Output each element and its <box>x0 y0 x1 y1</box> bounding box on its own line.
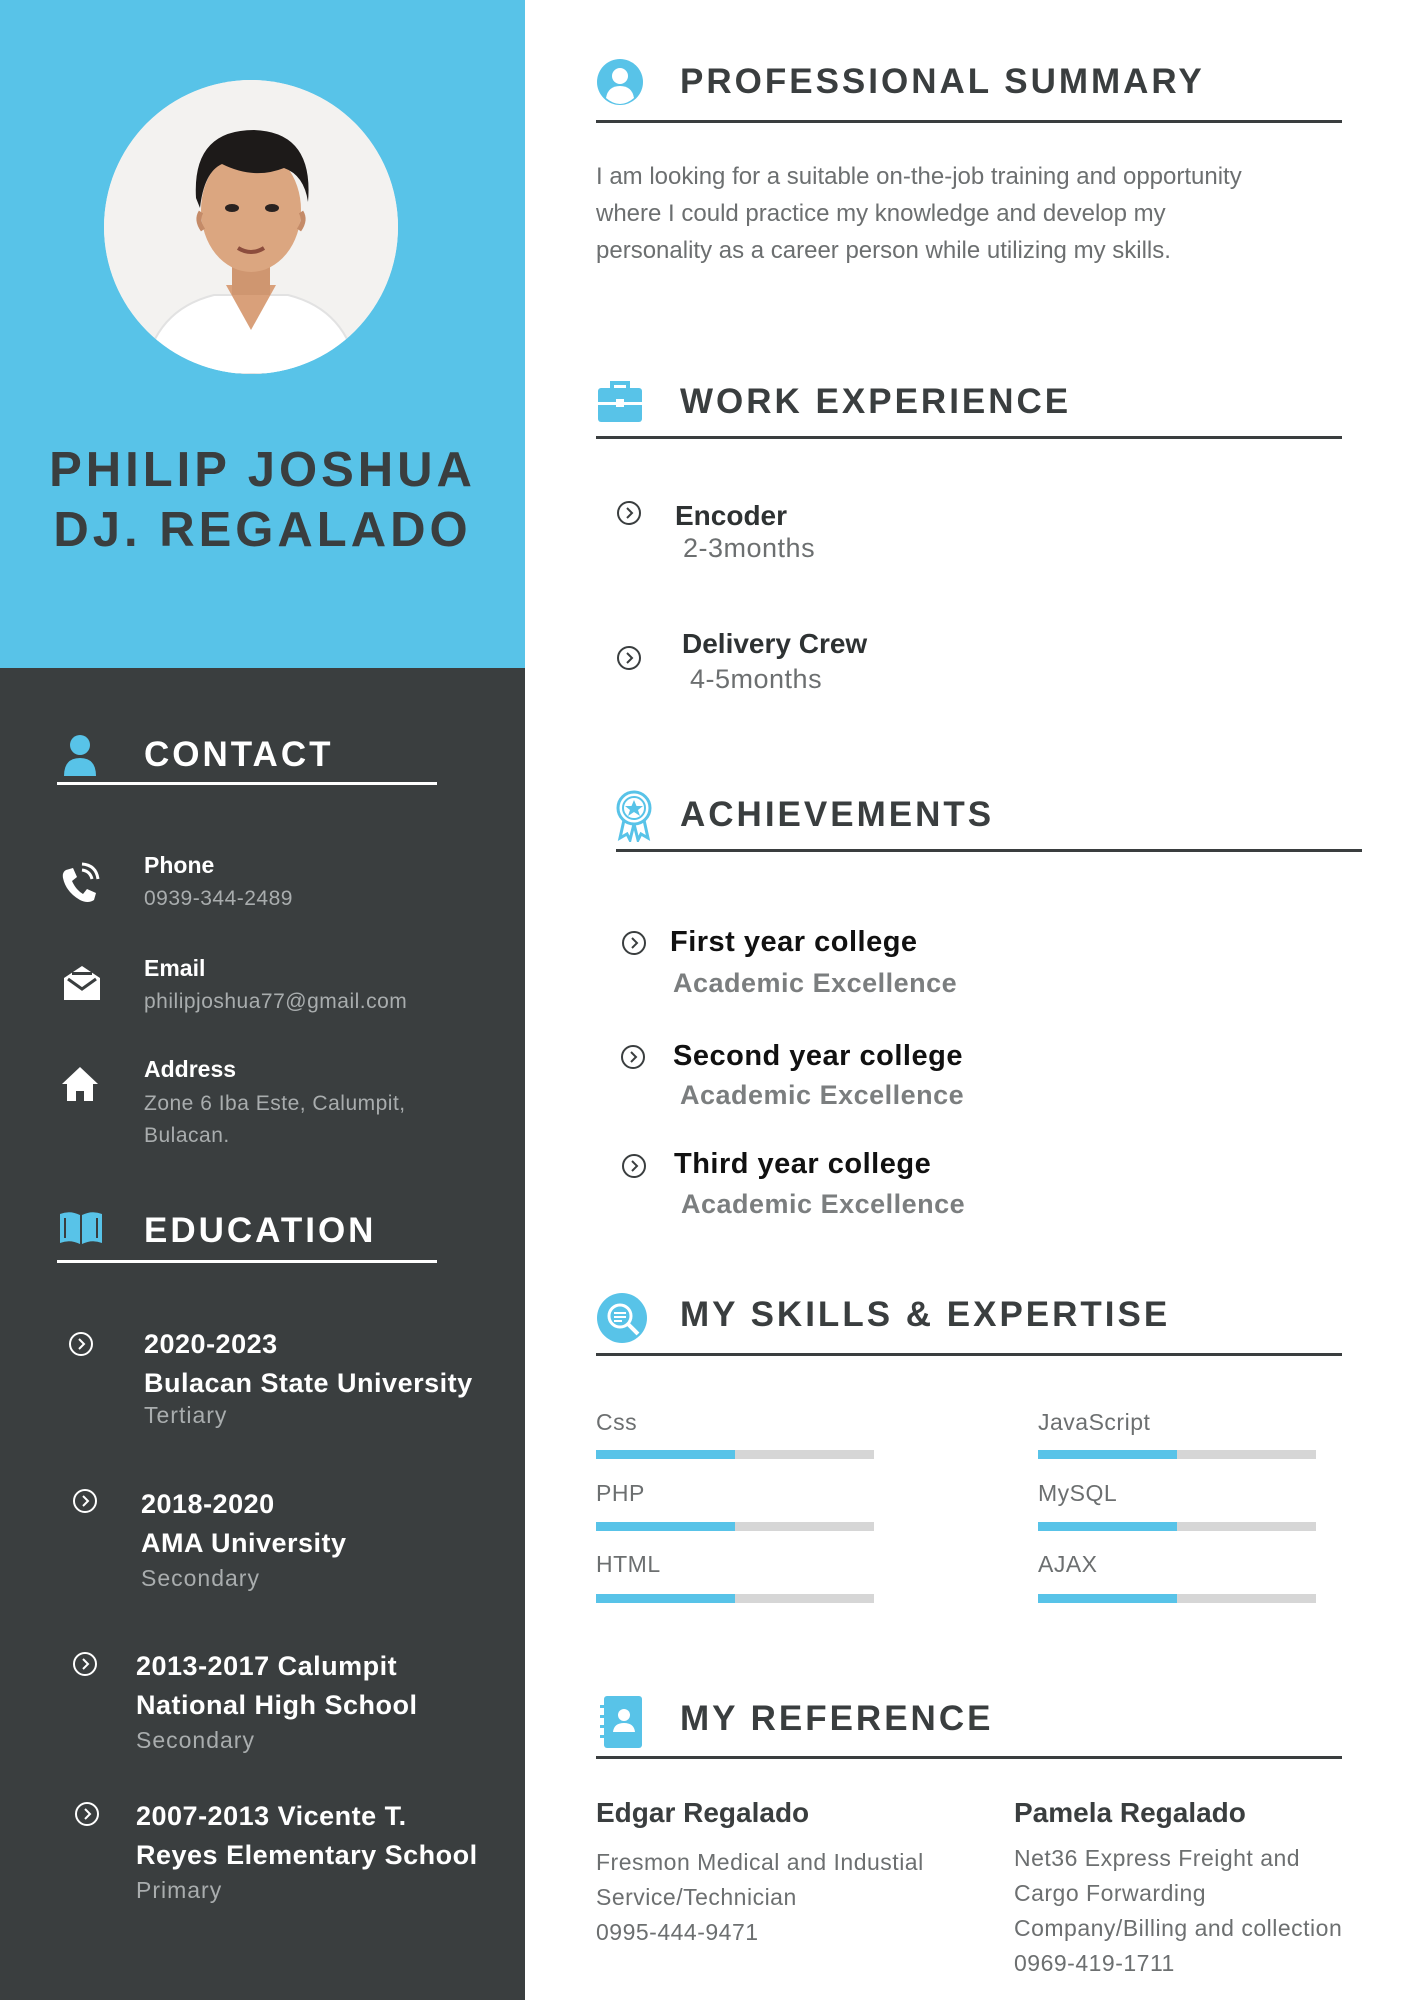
skill-bar-fill <box>1038 1450 1177 1459</box>
work-heading: WORK EXPERIENCE <box>680 382 1072 421</box>
reference-detail: Net36 Express Freight and <box>1014 1845 1301 1871</box>
education-level: Secondary <box>136 1727 255 1753</box>
education-school: AMA University <box>141 1528 347 1558</box>
job-duration: 2-3months <box>683 533 816 563</box>
education-year: 2020-2023 <box>144 1329 278 1359</box>
phone-value[interactable]: 0939-344-2489 <box>144 882 293 915</box>
education-school: Reyes Elementary School <box>136 1840 478 1870</box>
chevron-circle-icon <box>621 1153 647 1179</box>
education-level: Primary <box>136 1877 223 1903</box>
address-label: Address <box>144 1056 237 1082</box>
skill-label: HTML <box>596 1551 661 1577</box>
reference-phone[interactable]: 0969-419-1711 <box>1014 1946 1175 1981</box>
phone-label: Phone <box>144 852 215 878</box>
education-year: 2007-2013 Vicente T. <box>136 1801 407 1831</box>
skill-label: AJAX <box>1038 1551 1098 1577</box>
reference-detail: Service/Technician <box>596 1884 797 1910</box>
envelope-icon <box>62 964 102 1007</box>
achievements-divider <box>616 849 1362 852</box>
contact-heading: CONTACT <box>144 735 334 774</box>
summary-heading: PROFESSIONAL SUMMARY <box>680 62 1205 101</box>
user-icon <box>596 58 644 111</box>
reference-name: Pamela Regalado <box>1014 1797 1246 1828</box>
email-label: Email <box>144 955 206 981</box>
chevron-circle-icon <box>74 1801 100 1827</box>
job-title: Encoder <box>675 500 788 531</box>
achievements-heading: ACHIEVEMENTS <box>680 795 995 834</box>
skills-icon <box>596 1292 648 1349</box>
chevron-circle-icon <box>621 930 647 956</box>
summary-line: personality as a career person while uti… <box>596 237 1171 264</box>
achievement-subtitle: Academic Excellence <box>680 1080 965 1110</box>
education-year: 2013-2017 Calumpit <box>136 1651 398 1681</box>
reference-name: Edgar Regalado <box>596 1797 810 1828</box>
contact-book-icon <box>598 1695 644 1754</box>
education-level: Tertiary <box>144 1402 228 1428</box>
achievement-title: First year college <box>670 926 918 958</box>
education-heading: EDUCATION <box>144 1211 377 1250</box>
skill-label: PHP <box>596 1480 645 1506</box>
home-icon <box>60 1065 100 1108</box>
address-line-1: Zone 6 Iba Este, Calumpit, <box>144 1092 406 1115</box>
achievement-title: Third year college <box>674 1148 932 1180</box>
achievement-subtitle: Academic Excellence <box>681 1189 966 1219</box>
user-icon <box>62 734 98 781</box>
education-school: Bulacan State University <box>144 1368 473 1398</box>
skill-bar-fill <box>596 1522 735 1531</box>
address-line-2: Bulacan. <box>144 1124 230 1147</box>
achievement-title: Second year college <box>673 1040 963 1072</box>
name-line-1: PHILIP JOSHUA <box>49 443 476 497</box>
education-year: 2018-2020 <box>141 1489 275 1519</box>
reference-detail: Fresmon Medical and Industial <box>596 1849 924 1875</box>
reference-phone[interactable]: 0995-444-9471 <box>596 1915 759 1950</box>
skill-label: Css <box>596 1409 638 1435</box>
education-divider <box>57 1260 437 1263</box>
work-divider <box>596 436 1342 439</box>
reference-heading: MY REFERENCE <box>680 1699 994 1738</box>
reference-detail: Company/Billing and collection <box>1014 1915 1343 1941</box>
skill-bar-fill <box>1038 1522 1177 1531</box>
open-book-icon <box>58 1210 104 1251</box>
reference-divider <box>596 1756 1342 1759</box>
skills-heading: MY SKILLS & EXPERTISE <box>680 1295 1171 1334</box>
chevron-circle-icon <box>616 500 642 526</box>
skill-label: MySQL <box>1038 1480 1118 1506</box>
chevron-circle-icon <box>620 1044 646 1070</box>
summary-divider <box>596 120 1342 123</box>
skills-divider <box>596 1353 1342 1356</box>
skill-bar-fill <box>596 1450 735 1459</box>
chevron-circle-icon <box>72 1651 98 1677</box>
education-school: National High School <box>136 1690 418 1720</box>
profile-photo <box>104 80 398 374</box>
chevron-circle-icon <box>616 645 642 671</box>
education-level: Secondary <box>141 1565 260 1591</box>
contact-divider <box>57 782 437 785</box>
skill-bar-track <box>1038 1594 1316 1603</box>
email-value[interactable]: philipjoshua77@gmail.com <box>144 985 407 1018</box>
skill-bar-track <box>596 1594 874 1603</box>
summary-line: where I could practice my knowledge and … <box>596 200 1166 227</box>
skill-bar-track <box>596 1450 874 1459</box>
skill-bar-track <box>1038 1522 1316 1531</box>
achievement-subtitle: Academic Excellence <box>673 968 958 998</box>
phone-icon <box>60 862 100 909</box>
summary-text: I am looking for a suitable on-the-job t… <box>596 158 1376 269</box>
briefcase-icon <box>596 380 644 429</box>
name-line-2: DJ. REGALADO <box>53 503 472 557</box>
skill-bar-track <box>596 1522 874 1531</box>
skill-bar-track <box>1038 1450 1316 1459</box>
job-duration: 4-5months <box>690 664 823 694</box>
chevron-circle-icon <box>72 1488 98 1514</box>
skill-bar-fill <box>1038 1594 1177 1603</box>
chevron-circle-icon <box>68 1331 94 1357</box>
summary-line: I am looking for a suitable on-the-job t… <box>596 163 1242 190</box>
skill-label: JavaScript <box>1038 1409 1151 1435</box>
job-title: Delivery Crew <box>682 628 868 659</box>
award-icon <box>612 790 656 847</box>
reference-detail: Cargo Forwarding <box>1014 1880 1207 1906</box>
skill-bar-fill <box>596 1594 735 1603</box>
